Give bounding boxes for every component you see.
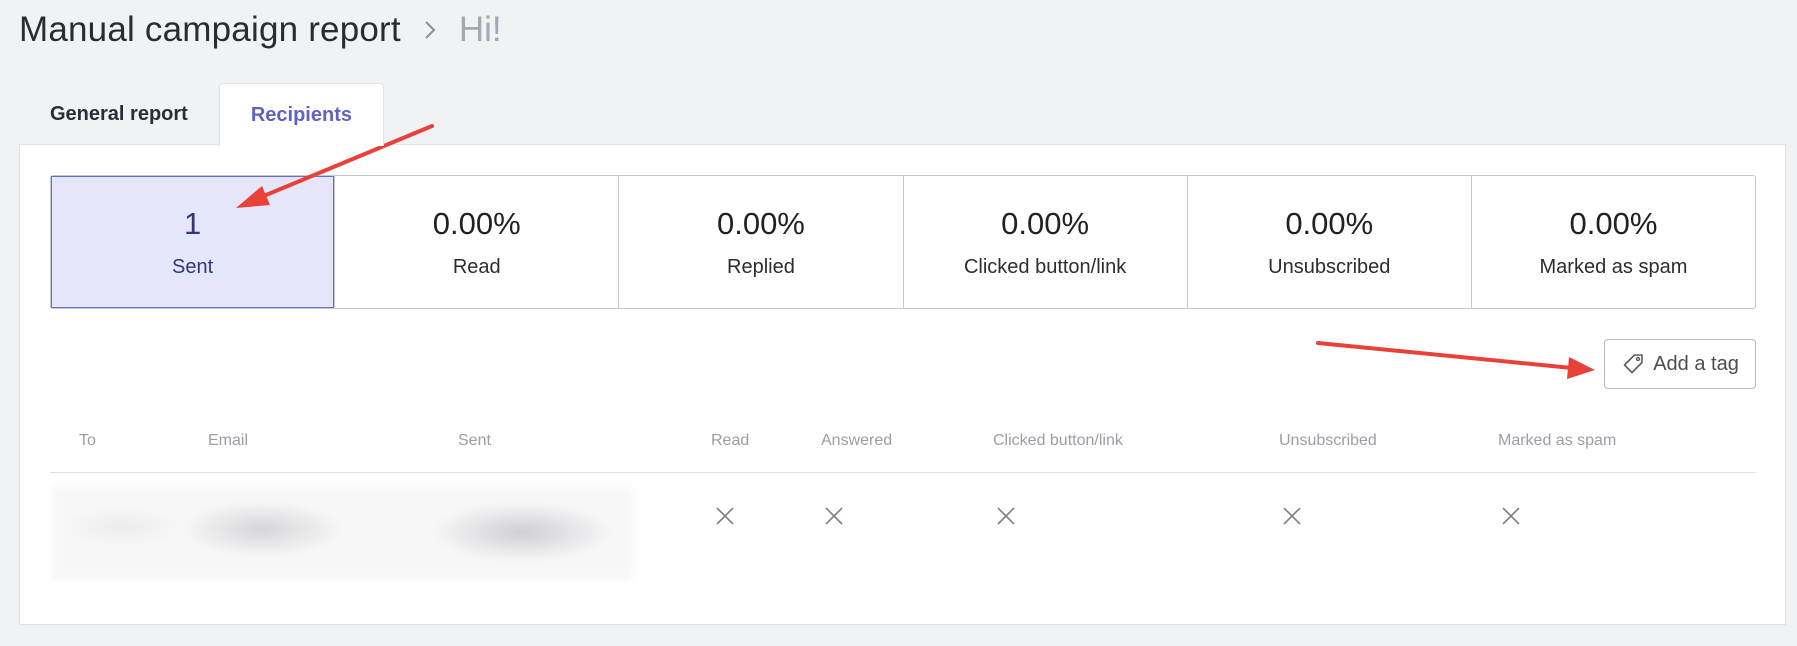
stat-label: Sent [172, 255, 214, 278]
close-icon [1500, 505, 1522, 527]
stats-panel: 1 Sent 0.00% Read 0.00% Replied 0.00% Cl… [50, 175, 1756, 309]
breadcrumb: Manual campaign report Hi! [19, 6, 502, 54]
tag-icon [1621, 352, 1645, 376]
stat-read[interactable]: 0.00% Read [334, 176, 618, 308]
tab-recipients[interactable]: Recipients [218, 83, 384, 146]
chevron-right-icon [419, 19, 441, 41]
add-tag-button[interactable]: Add a tag [1604, 339, 1756, 389]
close-icon [714, 505, 736, 527]
stat-value: 1 [183, 205, 202, 241]
stat-replied[interactable]: 0.00% Replied [618, 176, 902, 308]
stat-label: Read [452, 255, 501, 278]
stat-value: 0.00% [1285, 205, 1374, 241]
column-marked-as-spam[interactable]: Marked as spam [1498, 432, 1616, 450]
stat-label: Clicked button/link [963, 255, 1127, 278]
column-unsubscribed[interactable]: Unsubscribed [1279, 432, 1377, 450]
stat-value: 0.00% [432, 205, 521, 241]
stat-label: Unsubscribed [1268, 255, 1391, 278]
close-icon [1281, 505, 1303, 527]
column-clicked[interactable]: Clicked button/link [993, 432, 1123, 450]
close-icon [823, 505, 845, 527]
stat-clicked[interactable]: 0.00% Clicked button/link [902, 176, 1187, 308]
column-answered[interactable]: Answered [821, 432, 892, 450]
table-row[interactable] [50, 473, 1756, 579]
page-title: Manual campaign report [19, 10, 401, 49]
campaign-report-page: Manual campaign report Hi! General repor… [0, 0, 1797, 646]
stat-unsubscribed[interactable]: 0.00% Unsubscribed [1186, 176, 1471, 308]
stat-label: Marked as spam [1539, 255, 1688, 278]
report-tabs: General report Recipients [19, 83, 384, 146]
column-read[interactable]: Read [711, 432, 749, 450]
stat-marked-as-spam[interactable]: 0.00% Marked as spam [1470, 176, 1755, 308]
column-email[interactable]: Email [208, 432, 248, 450]
close-icon [995, 505, 1017, 527]
stat-value: 0.00% [716, 205, 805, 241]
redacted-recipient-info [52, 487, 632, 579]
column-to[interactable]: To [79, 432, 96, 450]
recipients-table-header: To Email Sent Read Answered Clicked butt… [50, 420, 1756, 473]
add-tag-label: Add a tag [1653, 352, 1739, 375]
stat-value: 0.00% [1569, 205, 1658, 241]
campaign-name: Hi! [458, 10, 502, 49]
tab-general-report[interactable]: General report [19, 83, 219, 145]
report-card: 1 Sent 0.00% Read 0.00% Replied 0.00% Cl… [19, 144, 1786, 625]
stat-label: Replied [727, 255, 795, 278]
stat-value: 0.00% [1001, 205, 1090, 241]
column-sent[interactable]: Sent [458, 432, 491, 450]
stat-sent[interactable]: 1 Sent [51, 176, 335, 308]
